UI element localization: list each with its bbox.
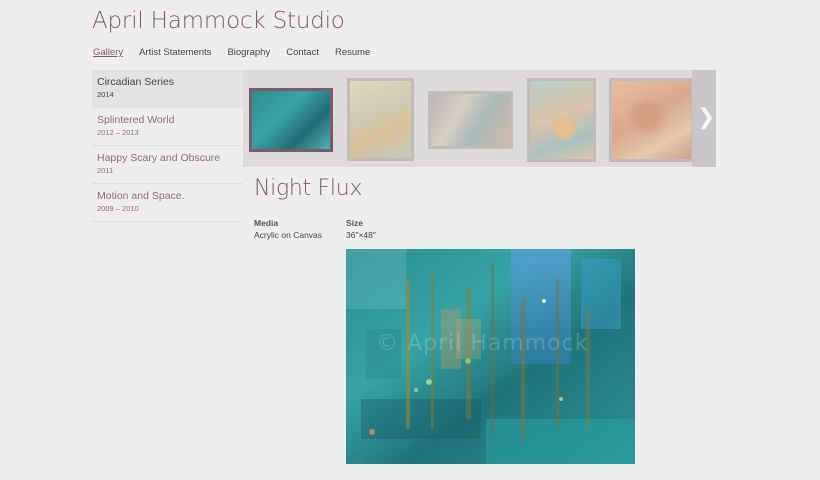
- thumbnail-3[interactable]: [428, 91, 513, 149]
- series-item-happy-scary[interactable]: Happy Scary and Obscure 2011: [92, 146, 243, 184]
- size-value: 36"×48": [346, 230, 376, 240]
- nav-resume[interactable]: Resume: [335, 47, 370, 58]
- site-title[interactable]: April Hammock Studio: [92, 8, 345, 34]
- nav-gallery[interactable]: Gallery: [93, 47, 123, 58]
- nav-biography[interactable]: Biography: [227, 47, 270, 58]
- night-flux-painting: [346, 249, 635, 464]
- series-name: Circadian Series: [97, 76, 175, 88]
- media-label: Media: [254, 218, 279, 228]
- series-item-circadian[interactable]: Circadian Series 2014: [92, 70, 243, 108]
- nav-artist-statements[interactable]: Artist Statements: [139, 47, 211, 58]
- thumbnail-2[interactable]: [347, 78, 414, 161]
- main-nav: Gallery Artist Statements Biography Cont…: [93, 47, 370, 58]
- series-item-splintered-world[interactable]: Splintered World 2012 – 2013: [92, 108, 243, 146]
- artwork-watermark: © April Hammock: [376, 331, 589, 356]
- next-thumbnails-button[interactable]: ❯: [692, 70, 716, 167]
- series-list: Circadian Series 2014 Splintered World 2…: [92, 70, 243, 222]
- series-name: Motion and Space.: [97, 190, 185, 202]
- thumbnail-5[interactable]: [609, 78, 694, 162]
- series-years: 2009 – 2010: [97, 204, 139, 213]
- artwork-image[interactable]: © April Hammock: [346, 249, 635, 464]
- series-name: Happy Scary and Obscure: [97, 152, 221, 164]
- thumbnail-night-flux[interactable]: [249, 88, 333, 152]
- series-years: 2011: [97, 166, 114, 175]
- nav-contact[interactable]: Contact: [286, 47, 319, 58]
- thumbnail-4[interactable]: [527, 78, 596, 162]
- media-value: Acrylic on Canvas: [254, 230, 323, 240]
- thumbnail-strip: [243, 70, 716, 167]
- chevron-right-icon: ❯: [697, 104, 716, 129]
- size-info: Size 36"×48": [346, 218, 376, 240]
- series-years: 2012 – 2013: [97, 128, 139, 137]
- media-info: Media Acrylic on Canvas: [254, 218, 322, 240]
- series-years: 2014: [97, 90, 114, 99]
- size-label: Size: [346, 218, 364, 228]
- artwork-title: Night Flux: [254, 176, 363, 201]
- series-item-motion-space[interactable]: Motion and Space. 2009 – 2010: [92, 184, 243, 222]
- series-name: Splintered World: [97, 114, 175, 126]
